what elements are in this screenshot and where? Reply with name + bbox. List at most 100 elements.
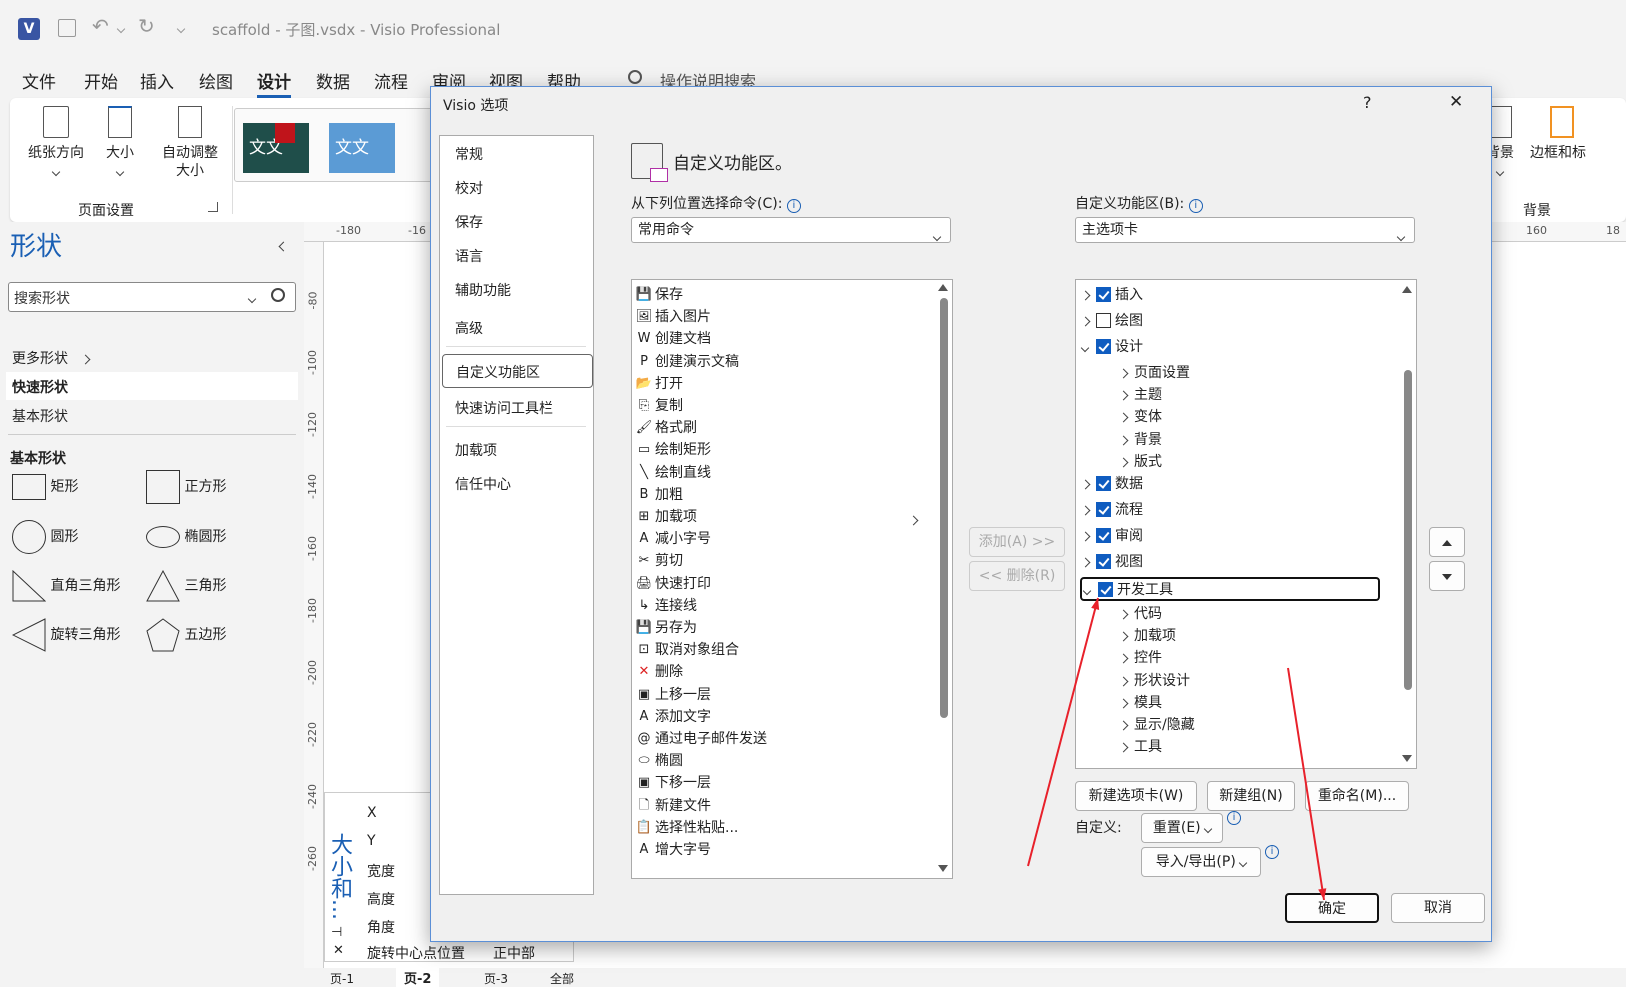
- command-item[interactable]: A 添加文字: [632, 706, 711, 728]
- ribbon-tree[interactable]: 插入 绘图 设计 页面设置 主题 变体 背景 版式 数据 流程 审阅 视图 开发工具 代码 加载项 控件 形状设…: [1075, 279, 1417, 769]
- command-item[interactable]: ⬭ 椭圆: [632, 750, 683, 772]
- command-item[interactable]: 💾 保存: [632, 284, 683, 306]
- checkbox[interactable]: [1096, 286, 1111, 302]
- new-tab-button[interactable]: 新建选项卡(W): [1075, 781, 1197, 811]
- shape-pentagon[interactable]: 五边形: [146, 618, 226, 652]
- tab-data[interactable]: 数据: [316, 68, 350, 93]
- chevron-down-icon[interactable]: [1080, 339, 1096, 355]
- command-item[interactable]: ✕ 删除: [632, 661, 683, 683]
- chevron-right-icon[interactable]: [1118, 695, 1134, 711]
- tree-group-item[interactable]: 版式: [1118, 451, 1162, 471]
- nav-addins[interactable]: 加载项: [455, 440, 497, 460]
- move-up-button[interactable]: [1429, 527, 1465, 557]
- tree-group-item[interactable]: 形状设计: [1118, 670, 1190, 690]
- tree-group-item[interactable]: 主题: [1118, 384, 1162, 404]
- commands-list[interactable]: 💾 保存 🖼 插入图片 W 创建文档 P 创建演示文稿 📂 打开 ⎘ 复制 🖌 格式刷 ▭ 绘制矩形 ╲ 绘制直线…: [631, 279, 953, 879]
- page-tab-1[interactable]: 页-1: [330, 970, 354, 987]
- pin-icon[interactable]: ⊣: [331, 925, 342, 940]
- nav-proofing[interactable]: 校对: [455, 178, 483, 198]
- command-item[interactable]: A 减小字号: [632, 528, 711, 550]
- chevron-right-icon[interactable]: [1118, 432, 1134, 448]
- command-item[interactable]: 📂 打开: [632, 373, 683, 395]
- help-button[interactable]: ?: [1363, 93, 1372, 112]
- more-shapes[interactable]: 更多形状: [12, 348, 91, 368]
- command-item[interactable]: ▭ 绘制矩形: [632, 439, 711, 461]
- info-icon[interactable]: i: [1265, 845, 1279, 859]
- page-tab-2[interactable]: 页-2: [396, 968, 440, 987]
- search-icon[interactable]: [628, 70, 642, 84]
- info-icon[interactable]: i: [1188, 199, 1203, 213]
- pin-pos-value[interactable]: 正中部: [493, 943, 535, 963]
- tree-tab-item[interactable]: 数据: [1080, 473, 1143, 493]
- command-item[interactable]: @ 通过电子邮件发送: [632, 728, 768, 750]
- tree-group-item[interactable]: 代码: [1118, 603, 1162, 623]
- add-button[interactable]: 添加(A) >>: [969, 527, 1065, 557]
- chevron-right-icon[interactable]: [1118, 717, 1134, 733]
- chevron-right-icon[interactable]: [1080, 554, 1096, 570]
- tree-group-item[interactable]: 变体: [1118, 406, 1162, 426]
- nav-quick-access[interactable]: 快速访问工具栏: [455, 398, 553, 418]
- reset-button[interactable]: 重置(E): [1141, 813, 1223, 843]
- chevron-right-icon[interactable]: [1118, 650, 1134, 666]
- cancel-button[interactable]: 取消: [1391, 893, 1485, 923]
- search-icon[interactable]: [271, 288, 285, 302]
- page-tab-3[interactable]: 页-3: [484, 970, 508, 987]
- chevron-right-icon[interactable]: [1080, 313, 1096, 329]
- tree-group-item[interactable]: 显示/隐藏: [1118, 714, 1195, 734]
- undo-dropdown-icon[interactable]: [116, 20, 126, 36]
- command-item[interactable]: ✂ 剪切: [632, 550, 683, 572]
- page-tab-all[interactable]: 全部: [550, 970, 574, 987]
- import-export-button[interactable]: 导入/导出(P): [1141, 847, 1261, 877]
- command-item[interactable]: P 创建演示文稿: [632, 351, 739, 373]
- tree-tab-item[interactable]: 视图: [1080, 551, 1143, 571]
- nav-general[interactable]: 常规: [455, 144, 483, 164]
- command-item[interactable]: 🖼 插入图片: [632, 306, 711, 328]
- tab-file[interactable]: 文件: [22, 68, 56, 93]
- command-item[interactable]: 💾 另存为: [632, 617, 697, 639]
- close-icon[interactable]: ✕: [333, 943, 344, 958]
- move-down-button[interactable]: [1429, 561, 1465, 591]
- checkbox[interactable]: [1096, 501, 1111, 517]
- chevron-down-icon[interactable]: [1082, 582, 1098, 598]
- checkbox[interactable]: [1096, 475, 1111, 491]
- tree-tab-item[interactable]: 开发工具: [1080, 577, 1380, 601]
- rename-button[interactable]: 重命名(M)...: [1305, 781, 1409, 811]
- tree-group-item[interactable]: 工具: [1118, 736, 1162, 756]
- customize-ribbon-select[interactable]: 主选项卡: [1075, 217, 1415, 243]
- redo-icon[interactable]: ↻: [138, 14, 155, 38]
- quick-shapes[interactable]: 快速形状: [6, 372, 298, 400]
- checkbox[interactable]: [1098, 581, 1113, 597]
- chevron-right-icon[interactable]: [1118, 628, 1134, 644]
- shape-square[interactable]: 正方形: [146, 470, 226, 504]
- chevron-right-icon[interactable]: [1080, 287, 1096, 303]
- chevron-right-icon[interactable]: [1118, 387, 1134, 403]
- chevron-right-icon[interactable]: [1118, 409, 1134, 425]
- command-item[interactable]: ↳ 连接线: [632, 595, 697, 617]
- tab-insert[interactable]: 插入: [140, 68, 174, 93]
- command-item[interactable]: ⊡ 取消对象组合: [632, 639, 739, 661]
- shape-triangle[interactable]: 三角形: [146, 569, 226, 602]
- tree-tab-item[interactable]: 审阅: [1080, 525, 1143, 545]
- nav-accessibility[interactable]: 辅助功能: [455, 280, 511, 300]
- dialog-launcher-icon[interactable]: [208, 202, 218, 212]
- tree-group-item[interactable]: 页面设置: [1118, 362, 1190, 382]
- command-item[interactable]: ⎘ 复制: [632, 395, 683, 417]
- chevron-right-icon[interactable]: [1118, 673, 1134, 689]
- checkbox[interactable]: [1096, 527, 1111, 543]
- orientation-button[interactable]: 纸张方向: [26, 106, 86, 180]
- tree-group-item[interactable]: 模具: [1118, 692, 1162, 712]
- close-button[interactable]: ✕: [1449, 92, 1463, 112]
- command-item[interactable]: 🗋 新建文件: [632, 795, 711, 817]
- tree-tab-item[interactable]: 插入: [1080, 284, 1143, 304]
- remove-button[interactable]: << 删除(R): [969, 561, 1065, 591]
- list-scrollbar[interactable]: [940, 298, 948, 718]
- info-icon[interactable]: i: [1227, 811, 1241, 825]
- ok-button[interactable]: 确定: [1285, 893, 1379, 923]
- auto-size-button[interactable]: 自动调整 大小: [150, 106, 230, 180]
- chevron-right-icon[interactable]: [1080, 528, 1096, 544]
- chevron-right-icon[interactable]: [1118, 454, 1134, 470]
- save-icon[interactable]: [58, 19, 76, 37]
- nav-save[interactable]: 保存: [455, 212, 483, 232]
- borders-button[interactable]: 边框和标: [1530, 106, 1620, 162]
- command-item[interactable]: 🖨 快速打印: [632, 573, 711, 595]
